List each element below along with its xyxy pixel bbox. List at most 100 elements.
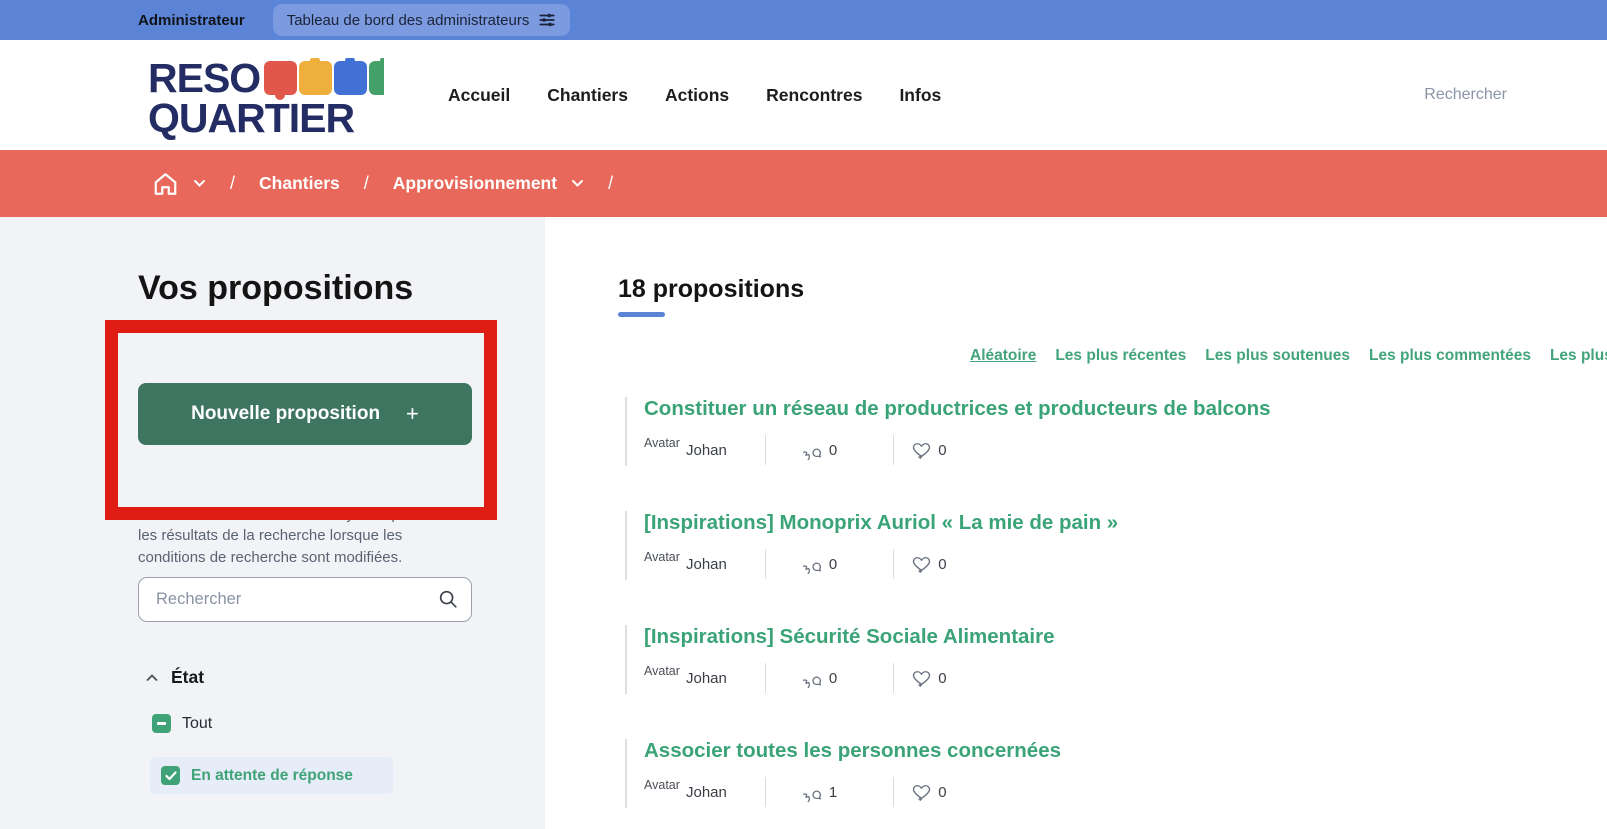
- site-header: RESO QUARTIER Accueil Chantiers Actions …: [0, 40, 1607, 150]
- avatar: Avatar: [644, 551, 680, 564]
- sidebar-search-input[interactable]: [138, 577, 472, 622]
- filter-option-tout[interactable]: Tout: [152, 714, 212, 733]
- breadcrumb-item-approvisionnement[interactable]: Approvisionnement: [393, 173, 557, 194]
- comments-count: 0: [828, 669, 838, 687]
- breadcrumb-separator: /: [363, 173, 369, 193]
- meta-divider: [893, 549, 895, 579]
- sort-plus-commentees[interactable]: Les plus commentées: [1369, 347, 1531, 365]
- proposition-meta: Avatar Johan 0 0: [644, 434, 1525, 466]
- admin-dashboard-button[interactable]: Tableau de bord des administrateurs: [272, 4, 571, 36]
- meta-divider: [764, 549, 766, 579]
- home-icon[interactable]: [152, 171, 179, 197]
- nav-item-infos[interactable]: Infos: [899, 85, 941, 106]
- list-item: [Inspirations] Monoprix Auriol « La mie …: [625, 511, 1525, 580]
- proposition-meta: Avatar Johan 0 0: [644, 662, 1525, 694]
- nav-item-chantiers[interactable]: Chantiers: [547, 85, 628, 106]
- comments-icon: [802, 669, 823, 688]
- supports-count-group: 0: [911, 782, 947, 802]
- logo-text-line2: QUARTIER: [148, 95, 355, 142]
- filters-sidebar: Vos propositions Nouvelle proposition + …: [0, 217, 545, 829]
- heart-plus-icon: [911, 554, 932, 574]
- supports-count-group: 0: [911, 440, 947, 460]
- admin-role-label: Administrateur: [138, 11, 245, 29]
- logo-text-line1: RESO: [148, 58, 261, 101]
- sort-options-row: Aléatoire Les plus récentes Les plus sou…: [970, 347, 1607, 365]
- sort-aleatoire[interactable]: Aléatoire: [970, 347, 1036, 365]
- breadcrumb-separator: /: [230, 173, 236, 193]
- comments-count-group: 1: [802, 783, 838, 802]
- logo-puzzle-pieces-icon: [264, 58, 384, 101]
- nav-item-accueil[interactable]: Accueil: [448, 85, 510, 106]
- author-name: Johan: [686, 669, 727, 687]
- avatar: Avatar: [644, 437, 680, 450]
- comments-count: 0: [828, 555, 838, 573]
- new-proposal-label: Nouvelle proposition: [191, 403, 381, 424]
- meta-divider: [893, 777, 895, 807]
- supports-count: 0: [938, 669, 947, 687]
- proposition-meta: Avatar Johan 0 0: [644, 548, 1525, 580]
- breadcrumb: / Chantiers / Approvisionnement /: [0, 150, 1607, 217]
- heart-plus-icon: [911, 782, 932, 802]
- plus-icon: +: [406, 401, 419, 426]
- comments-icon: [802, 441, 823, 460]
- meta-divider: [764, 663, 766, 693]
- author-name: Johan: [686, 441, 727, 459]
- proposition-title-link[interactable]: [Inspirations] Sécurité Sociale Alimenta…: [644, 625, 1525, 649]
- checkbox-checked-icon[interactable]: [161, 766, 180, 785]
- header-search-link[interactable]: Rechercher: [1424, 86, 1507, 104]
- home-chevron-down-icon[interactable]: [193, 179, 206, 188]
- proposition-title-link[interactable]: Associer toutes les personnes concernées: [644, 739, 1525, 763]
- filter-option-label: Tout: [182, 714, 213, 732]
- supports-count-group: 0: [911, 554, 947, 574]
- main-nav: Accueil Chantiers Actions Rencontres Inf…: [448, 85, 941, 106]
- sidebar-search: [138, 577, 472, 622]
- sliders-icon: [538, 11, 556, 29]
- proposition-meta: Avatar Johan 1 0: [644, 776, 1525, 808]
- filter-hint-text: Le formulaire ci-dessous filtre dynamiqu…: [138, 506, 445, 566]
- nav-item-rencontres[interactable]: Rencontres: [766, 85, 862, 106]
- nav-item-actions[interactable]: Actions: [665, 85, 729, 106]
- filter-option-label: En attente de réponse: [191, 766, 353, 784]
- comments-count-group: 0: [802, 555, 838, 574]
- heart-plus-icon: [911, 668, 932, 688]
- approvisionnement-chevron-down-icon[interactable]: [571, 179, 584, 188]
- comments-count: 0: [828, 441, 838, 459]
- meta-divider: [893, 663, 895, 693]
- propositions-main: 18 propositions Aléatoire Les plus récen…: [545, 217, 1607, 829]
- sort-plus-recentes[interactable]: Les plus récentes: [1055, 347, 1186, 365]
- propositions-count-heading: 18 propositions: [618, 275, 805, 303]
- comments-icon: [802, 783, 823, 802]
- comments-count-group: 0: [802, 669, 838, 688]
- supports-count-group: 0: [911, 668, 947, 688]
- proposition-title-link[interactable]: Constituer un réseau de productrices et …: [644, 397, 1525, 421]
- sort-plus-soutenues[interactable]: Les plus soutenues: [1205, 347, 1350, 365]
- search-icon[interactable]: [437, 588, 459, 615]
- breadcrumb-item-chantiers[interactable]: Chantiers: [259, 173, 340, 194]
- list-item: Constituer un réseau de productrices et …: [625, 397, 1525, 466]
- new-proposal-button[interactable]: Nouvelle proposition +: [138, 383, 472, 445]
- supports-count: 0: [938, 783, 947, 801]
- comments-icon: [802, 555, 823, 574]
- checkbox-indeterminate-icon[interactable]: [152, 714, 171, 733]
- avatar: Avatar: [644, 665, 680, 678]
- breadcrumb-separator: /: [608, 173, 614, 193]
- heart-plus-icon: [911, 440, 932, 460]
- supports-count: 0: [938, 441, 947, 459]
- meta-divider: [764, 435, 766, 465]
- admin-dashboard-label: Tableau de bord des administrateurs: [286, 11, 530, 29]
- avatar: Avatar: [644, 779, 680, 792]
- state-section-title: État: [171, 667, 205, 687]
- propositions-list: Constituer un réseau de productrices et …: [625, 397, 1525, 829]
- author-name: Johan: [686, 555, 727, 573]
- count-underline-accent: [618, 312, 665, 317]
- admin-top-bar: Administrateur Tableau de bord des admin…: [0, 0, 1607, 40]
- state-section-toggle[interactable]: État: [146, 667, 204, 688]
- proposition-title-link[interactable]: [Inspirations] Monoprix Auriol « La mie …: [644, 511, 1525, 535]
- comments-count: 1: [828, 783, 838, 801]
- meta-divider: [764, 777, 766, 807]
- chevron-up-icon: [146, 669, 158, 687]
- sort-plus-suivies[interactable]: Les plus su: [1550, 347, 1607, 365]
- author-name: Johan: [686, 783, 727, 801]
- filter-option-en-attente[interactable]: En attente de réponse: [150, 757, 393, 794]
- site-logo[interactable]: RESO QUARTIER: [148, 58, 384, 148]
